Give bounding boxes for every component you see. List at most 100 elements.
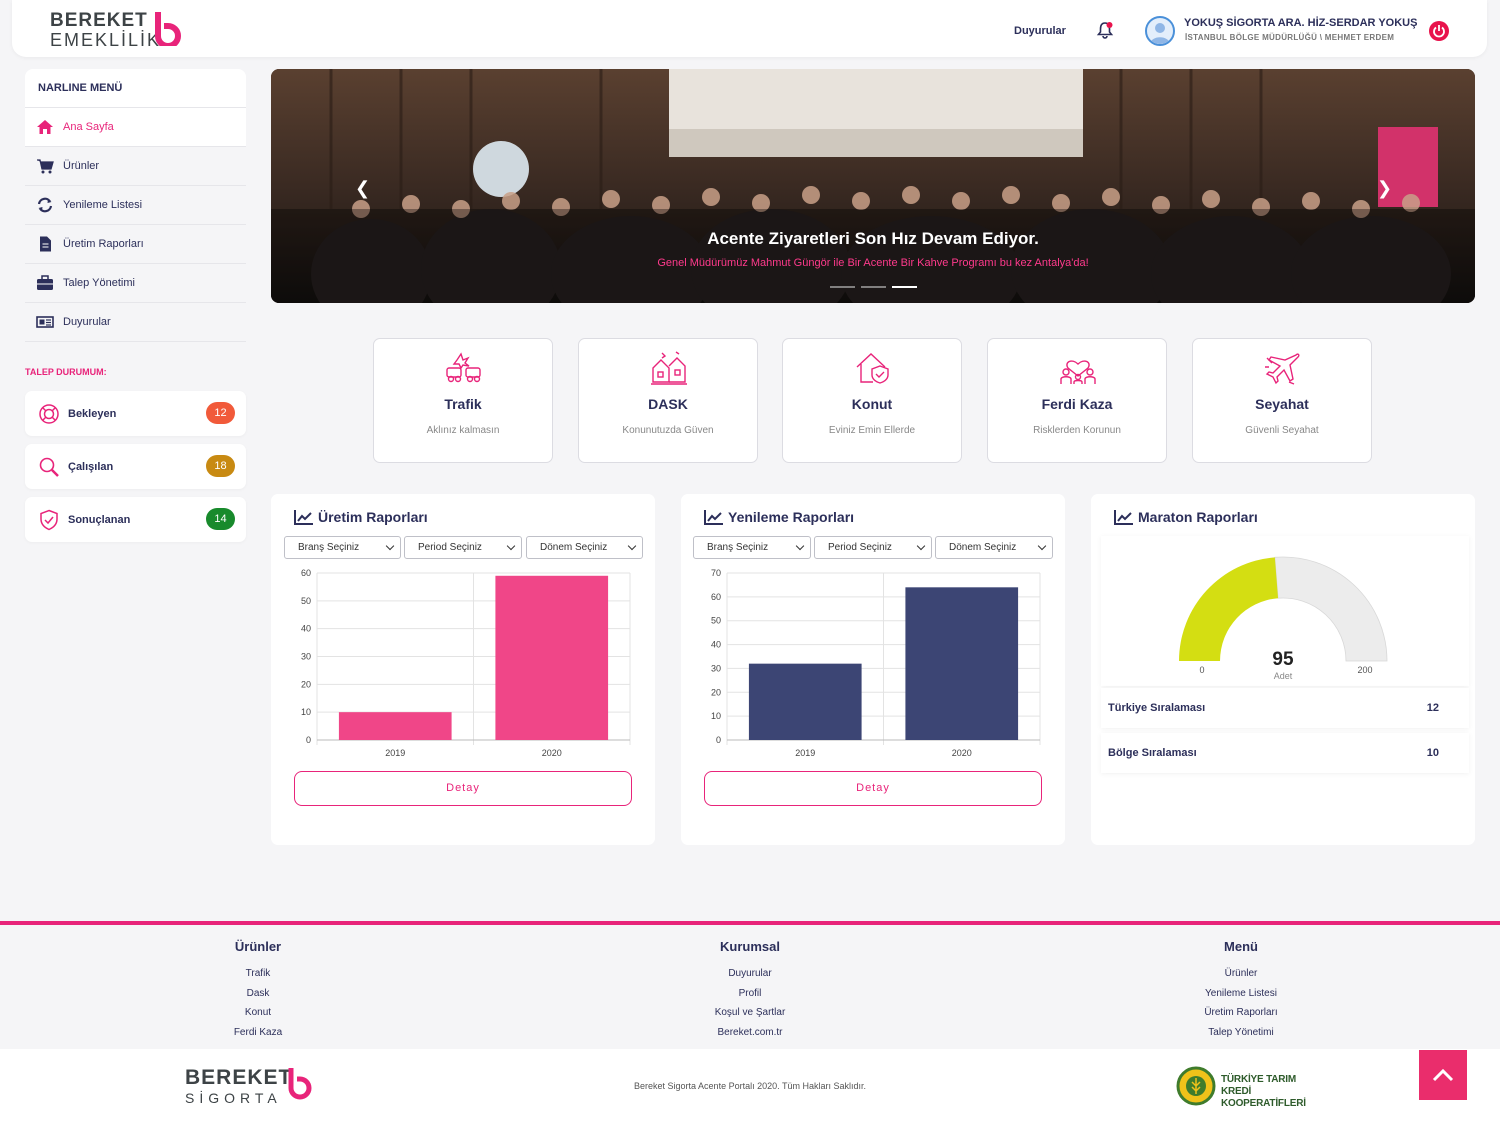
yenileme-report-title: Yenileme Raporları	[704, 509, 854, 525]
x-tick-label: 2020	[952, 748, 972, 758]
talep-calisilan[interactable]: Çalışılan 18	[25, 444, 246, 489]
carousel-dot[interactable]	[830, 286, 855, 288]
y-tick-label: 50	[711, 616, 721, 626]
talep-status-title: TALEP DURUMUM:	[25, 367, 107, 377]
bar-2020[interactable]	[495, 575, 609, 740]
bar-2019[interactable]	[748, 663, 862, 740]
footer-link[interactable]: Duyurular	[650, 964, 850, 984]
bekleyen-count-badge: 12	[206, 402, 235, 424]
sidebar-item-ana-sayfa[interactable]: Ana Sayfa	[25, 108, 246, 147]
donem-select[interactable]: Dönem Seçiniz	[526, 536, 643, 559]
bar-2020[interactable]	[905, 587, 1019, 740]
sidebar-item-urunler[interactable]: Ürünler	[25, 147, 246, 186]
y-tick-label: 50	[301, 596, 311, 606]
product-card-trafik[interactable]: Trafik Aklınız kalmasın	[373, 338, 553, 463]
talep-bekleyen[interactable]: Bekleyen 12	[25, 391, 246, 436]
footer-link[interactable]: Ferdi Kaza	[158, 1023, 358, 1043]
uretim-detail-button[interactable]: Detay	[294, 771, 632, 806]
turkiye-ranking-row: Türkiye Sıralaması 12	[1101, 688, 1469, 728]
bereket-emeklilik-logo[interactable]: BEREKET EMEKLİLİK	[50, 10, 200, 50]
sonuclanan-count-badge: 14	[206, 508, 235, 530]
footer-link[interactable]: Yenileme Listesi	[1141, 984, 1341, 1004]
footer-bottom-bar: BEREKET SİGORTA Bereket Sigorta Acente P…	[0, 1049, 1500, 1124]
avatar[interactable]	[1145, 16, 1175, 46]
power-icon[interactable]	[1429, 21, 1449, 41]
bar-2019[interactable]	[338, 712, 452, 740]
footer-link[interactable]: Profil	[650, 984, 850, 1004]
wheat-emblem-icon	[1176, 1066, 1216, 1106]
footer-link[interactable]: Koşul ve Şartlar	[650, 1003, 850, 1023]
y-tick-label: 10	[301, 707, 311, 717]
sidebar-menu: NARLINE MENÜ Ana Sayfa Ürünler Yenileme …	[25, 69, 246, 342]
donem-select[interactable]: Dönem Seçiniz	[935, 536, 1053, 559]
x-tick-label: 2020	[542, 748, 562, 758]
top-header: BEREKET EMEKLİLİK Duyurular YOKUŞ SİGORT…	[12, 0, 1487, 57]
chart-line-icon	[294, 510, 313, 525]
turkiye-ranking-value: 12	[1426, 702, 1439, 714]
y-tick-label: 60	[301, 568, 311, 578]
airplane-icon	[1265, 353, 1300, 385]
bell-icon[interactable]	[1095, 20, 1115, 40]
period-select[interactable]: Period Seçiniz	[404, 536, 522, 559]
y-tick-label: 20	[301, 679, 311, 689]
carousel-title: Acente Ziyaretleri Son Hız Devam Ediyor.	[707, 229, 1039, 248]
announcements-link[interactable]: Duyurular	[1014, 25, 1066, 37]
bolge-ranking-row: Bölge Sıralaması 10	[1101, 733, 1469, 773]
carousel-next-arrow[interactable]: ❯	[1377, 178, 1392, 199]
y-tick-label: 0	[716, 735, 721, 745]
y-tick-label: 40	[711, 640, 721, 650]
scroll-to-top-button[interactable]	[1419, 1050, 1467, 1100]
carousel-prev-arrow[interactable]: ❮	[355, 178, 370, 199]
bolge-ranking-value: 10	[1426, 747, 1439, 759]
footer-link[interactable]: Üretim Raporları	[1141, 1003, 1341, 1023]
footer-col-kurumsal: Kurumsal Duyurular Profil Koşul ve Şartl…	[650, 939, 850, 1042]
footer-link[interactable]: Dask	[158, 984, 358, 1004]
sidebar-item-duyurular[interactable]: Duyurular	[25, 303, 246, 342]
magnifier-icon	[39, 457, 59, 477]
sidebar-item-yenileme-listesi[interactable]: Yenileme Listesi	[25, 186, 246, 225]
brans-select[interactable]: Branş Seçiniz	[693, 536, 811, 559]
family-icon	[1060, 360, 1096, 384]
briefcase-icon	[36, 275, 54, 291]
sidebar-item-talep-yonetimi[interactable]: Talep Yönetimi	[25, 264, 246, 303]
footer-links: Ürünler Trafik Dask Konut Ferdi Kaza Kur…	[0, 921, 1500, 1049]
maraton-content: 0 200 95 Adet Türkiye Sıralaması 12 Bölg…	[1101, 536, 1469, 776]
footer-link[interactable]: Konut	[158, 1003, 358, 1023]
footer-link[interactable]: Ürünler	[1141, 964, 1341, 984]
chart-line-icon	[1114, 510, 1133, 525]
yenileme-detail-button[interactable]: Detay	[704, 771, 1042, 806]
cart-icon	[36, 158, 54, 174]
footer-link[interactable]: Bereket.com.tr	[650, 1023, 850, 1043]
product-card-ferdi-kaza[interactable]: Ferdi Kaza Risklerden Korunun	[987, 338, 1167, 463]
y-tick-label: 70	[711, 568, 721, 578]
sidebar-item-uretim-raporlari[interactable]: Üretim Raporları	[25, 225, 246, 264]
tarim-kredi-logo[interactable]: TÜRKİYE TARIM KREDİ KOOPERATİFLERİ	[1176, 1066, 1326, 1109]
brans-select[interactable]: Branş Seçiniz	[284, 536, 401, 559]
product-card-dask[interactable]: DASK Konunutuzda Güven	[578, 338, 758, 463]
user-name[interactable]: YOKUŞ SİGORTA ARA. HİZ-SERDAR YOKUŞ	[1184, 17, 1417, 29]
traffic-accident-icon	[446, 352, 481, 383]
carousel-dot[interactable]	[861, 286, 886, 288]
footer-link[interactable]: Trafik	[158, 964, 358, 984]
gauge-fill	[1179, 557, 1279, 661]
gauge-track	[1274, 556, 1388, 662]
gauge-min-label: 0	[1199, 665, 1204, 675]
calisilan-count-badge: 18	[206, 455, 235, 477]
product-card-seyahat[interactable]: Seyahat Güvenli Seyahat	[1192, 338, 1372, 463]
footer-link[interactable]: Talep Yönetimi	[1141, 1023, 1341, 1043]
home-shield-icon	[856, 353, 889, 384]
gauge-max-label: 200	[1357, 665, 1372, 675]
chevron-up-icon	[1432, 1068, 1454, 1082]
x-tick-label: 2019	[385, 748, 405, 758]
product-card-konut[interactable]: Konut Eviniz Emin Ellerde	[782, 338, 962, 463]
carousel-subtitle: Genel Müdürümüz Mahmut Güngör ile Bir Ac…	[657, 257, 1089, 269]
news-carousel[interactable]: ❮ ❯ Acente Ziyaretleri Son Hız Devam Edi…	[271, 69, 1475, 303]
y-tick-label: 60	[711, 592, 721, 602]
newspaper-icon	[36, 314, 54, 330]
carousel-dot-active[interactable]	[892, 286, 917, 288]
chart-line-icon	[704, 510, 723, 525]
talep-sonuclanan[interactable]: Sonuçlanan 14	[25, 497, 246, 542]
period-select[interactable]: Period Seçiniz	[814, 536, 932, 559]
shield-check-icon	[40, 509, 58, 530]
refresh-icon	[36, 197, 54, 213]
